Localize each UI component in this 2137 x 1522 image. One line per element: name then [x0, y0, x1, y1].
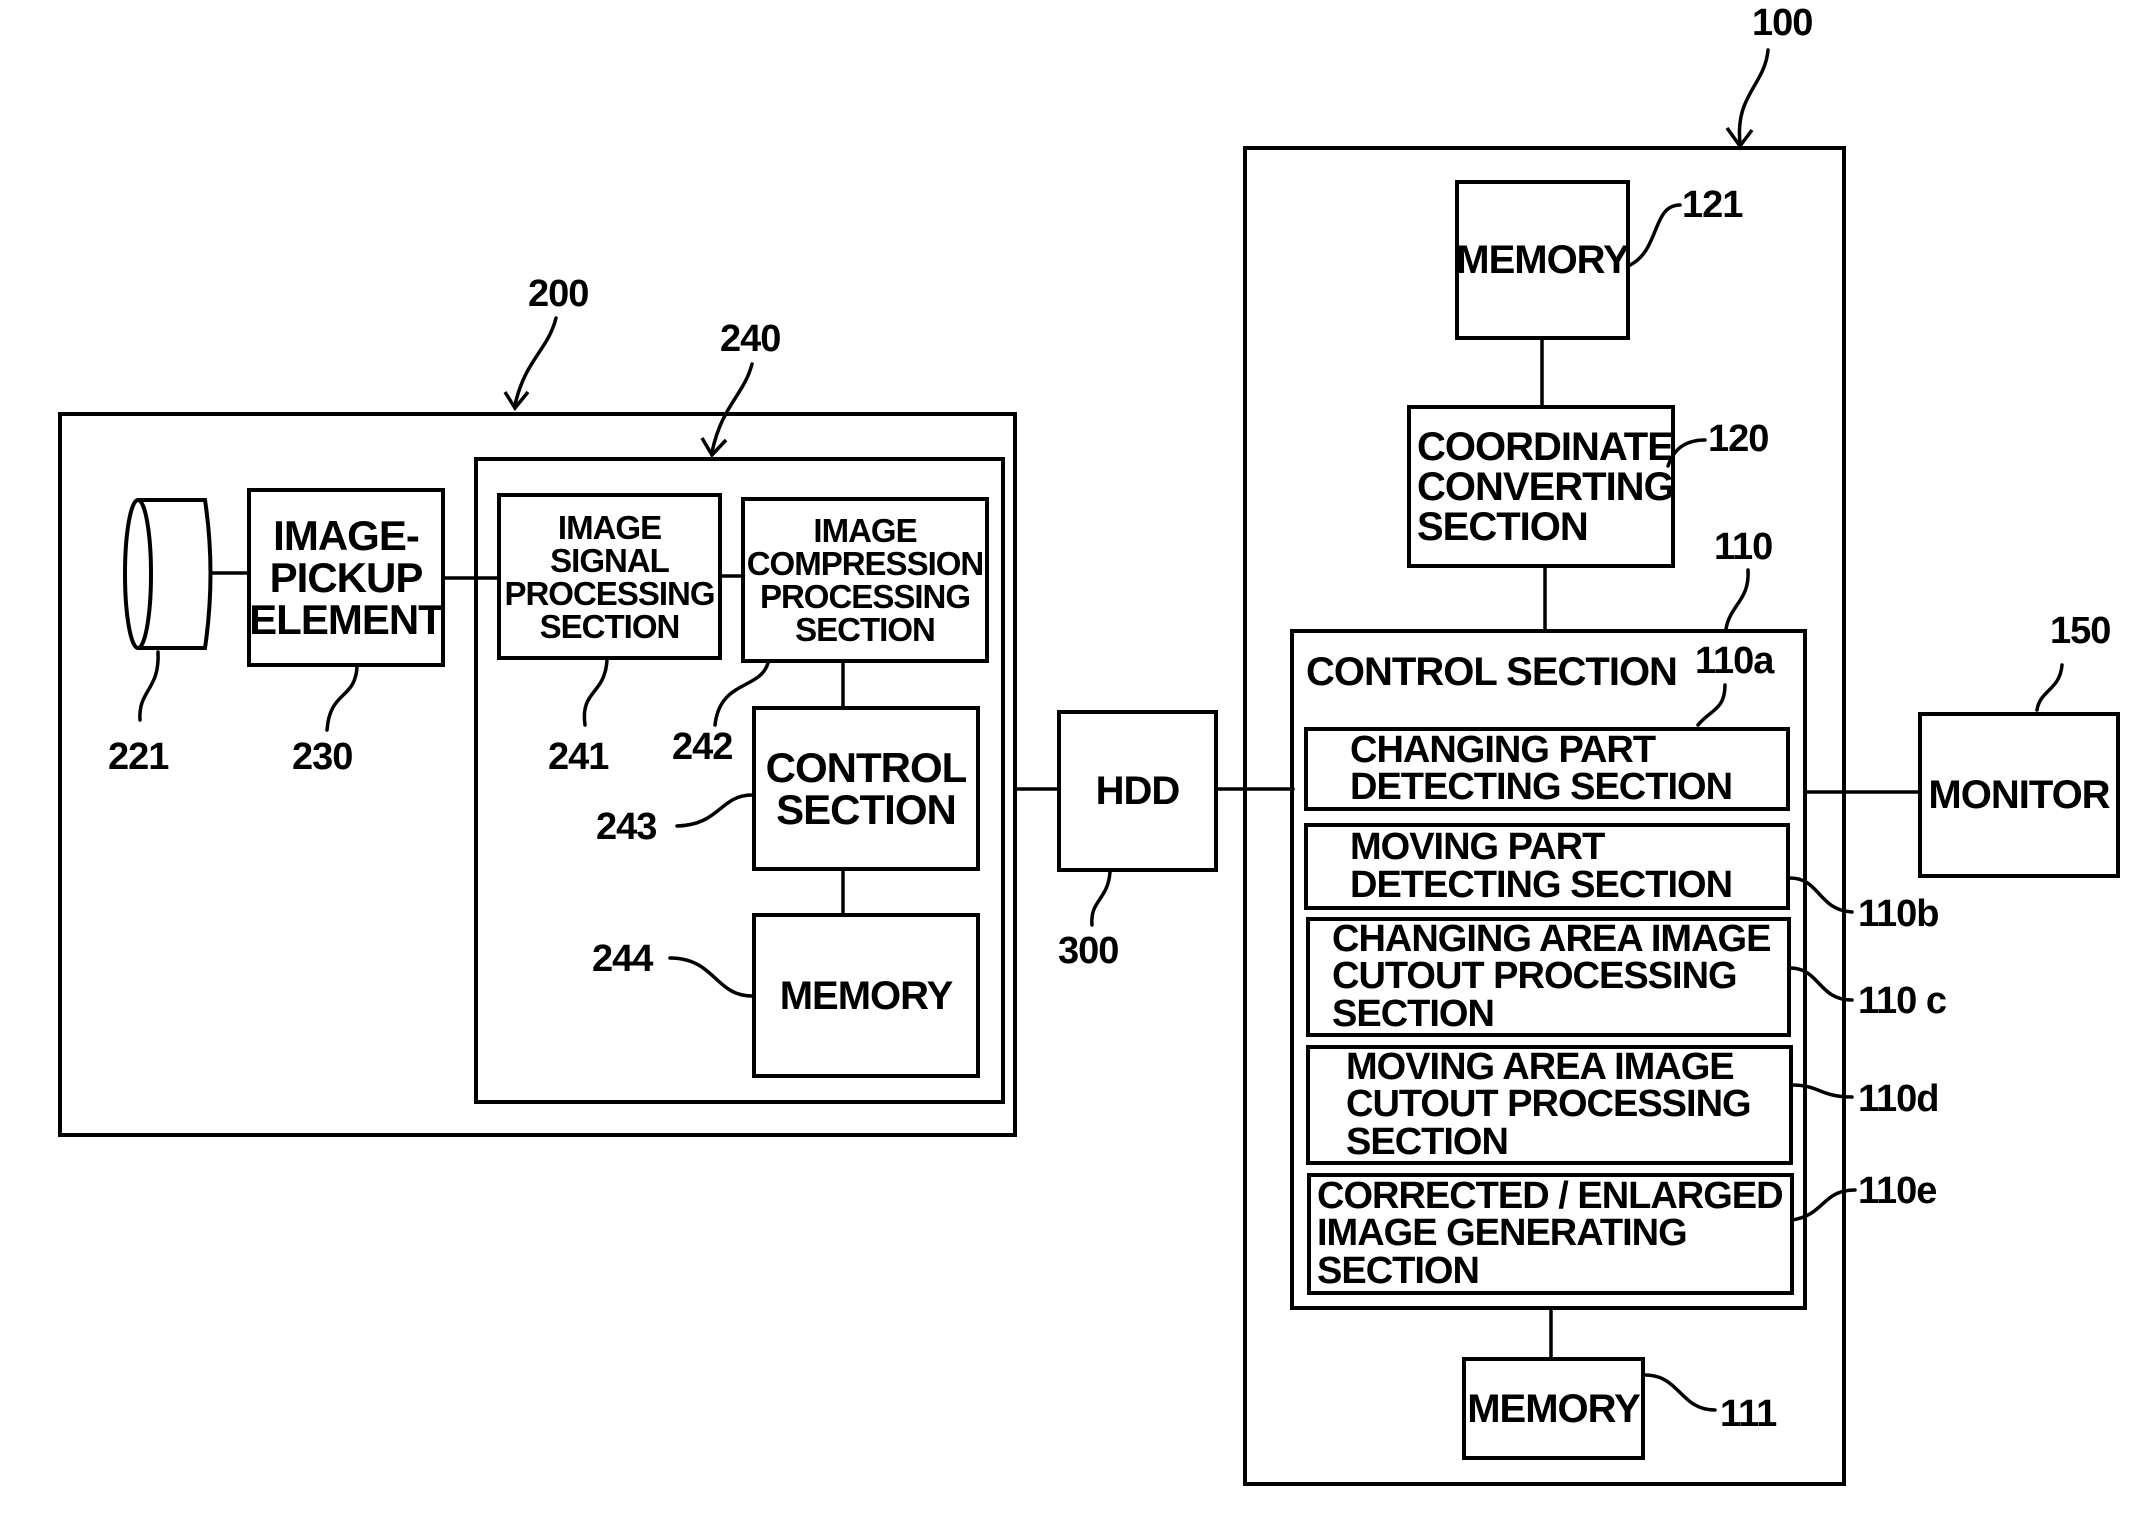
- memory-111-block: MEMORY: [1462, 1357, 1645, 1460]
- changing-area-cutout-label: CHANGING AREA IMAGE CUTOUT PROCESSING SE…: [1332, 918, 1771, 1035]
- corrected-enlarged-image-section: CORRECTED / ENLARGED IMAGE GENERATING SE…: [1307, 1173, 1794, 1295]
- main-control-section-title: CONTROL SECTION: [1306, 650, 1678, 694]
- image-signal-processing-block: IMAGE SIGNAL PROCESSING SECTION: [497, 493, 722, 660]
- ref-110d: 110d: [1858, 1078, 1940, 1120]
- camera-control-section-label: CONTROL SECTION: [765, 743, 968, 833]
- ref-110e: 110e: [1858, 1170, 1937, 1212]
- ref-120: 120: [1708, 418, 1769, 460]
- leader-200: [513, 316, 558, 407]
- ref-241: 241: [548, 736, 609, 778]
- ref-200: 200: [528, 273, 589, 315]
- ref-244: 244: [592, 938, 653, 980]
- ref-230: 230: [292, 736, 353, 778]
- memory-121-block: MEMORY: [1455, 180, 1630, 340]
- image-pickup-element-label: IMAGE- PICKUP ELEMENT: [249, 511, 444, 643]
- monitor-label: MONITOR: [1928, 773, 2110, 817]
- leader-100: [1737, 48, 1770, 145]
- memory-111-label: MEMORY: [1467, 1386, 1641, 1431]
- camera-memory-label: MEMORY: [779, 973, 954, 1018]
- image-compression-processing-block: IMAGE COMPRESSION PROCESSING SECTION: [741, 497, 989, 663]
- ref-221: 221: [108, 736, 169, 778]
- camera-control-section-block: CONTROL SECTION: [752, 706, 980, 871]
- leader-300: [1090, 870, 1112, 927]
- hdd-block: HDD: [1057, 710, 1218, 872]
- moving-area-cutout-section: MOVING AREA IMAGE CUTOUT PROCESSING SECT…: [1306, 1045, 1793, 1165]
- moving-part-detecting-section: MOVING PART DETECTING SECTION: [1304, 823, 1790, 910]
- changing-part-detecting-label: CHANGING PART DETECTING SECTION: [1350, 728, 1733, 808]
- ref-100: 100: [1752, 2, 1813, 44]
- monitor-block: MONITOR: [1918, 712, 2120, 878]
- ref-110a: 110a: [1695, 640, 1774, 682]
- corrected-enlarged-image-label: CORRECTED / ENLARGED IMAGE GENERATING SE…: [1317, 1175, 1784, 1292]
- coordinate-converting-label: COORDINATE CONVERTING SECTION: [1417, 424, 1675, 549]
- leader-150: [2035, 663, 2064, 712]
- ref-111: 111: [1720, 1393, 1777, 1435]
- coordinate-converting-block: COORDINATE CONVERTING SECTION: [1407, 405, 1675, 568]
- changing-part-detecting-section: CHANGING PART DETECTING SECTION: [1304, 727, 1790, 811]
- ref-240: 240: [720, 318, 781, 360]
- ref-110: 110: [1714, 526, 1773, 568]
- ref-243: 243: [596, 806, 657, 848]
- ref-150: 150: [2050, 610, 2111, 652]
- ref-300: 300: [1058, 930, 1119, 972]
- hdd-label: HDD: [1095, 769, 1181, 813]
- image-compression-processing-label: IMAGE COMPRESSION PROCESSING SECTION: [746, 512, 985, 648]
- camera-memory-block: MEMORY: [752, 913, 980, 1078]
- image-signal-processing-label: IMAGE SIGNAL PROCESSING SECTION: [504, 508, 715, 645]
- moving-area-cutout-label: MOVING AREA IMAGE CUTOUT PROCESSING SECT…: [1346, 1046, 1752, 1163]
- image-pickup-element-block: IMAGE- PICKUP ELEMENT: [247, 488, 445, 667]
- ref-110b: 110b: [1858, 893, 1940, 935]
- changing-area-cutout-section: CHANGING AREA IMAGE CUTOUT PROCESSING SE…: [1306, 917, 1791, 1037]
- ref-121: 121: [1682, 184, 1743, 226]
- moving-part-detecting-label: MOVING PART DETECTING SECTION: [1350, 826, 1733, 906]
- ref-242: 242: [672, 726, 733, 768]
- memory-121-label: MEMORY: [1456, 238, 1630, 282]
- ref-110c: 110 c: [1858, 980, 1947, 1022]
